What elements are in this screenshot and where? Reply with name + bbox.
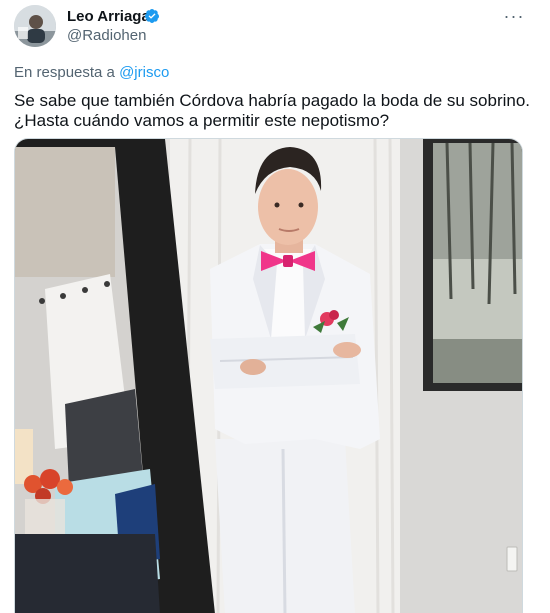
reply-prefix: En respuesta a: [14, 64, 115, 81]
tweet-photo[interactable]: [14, 138, 523, 613]
author-handle[interactable]: @Radiohen: [67, 26, 146, 46]
photo-image: [15, 139, 522, 613]
reply-mention-link[interactable]: @jrisco: [119, 64, 169, 81]
tweet-text: Se sabe que también Córdova habría pagad…: [14, 91, 531, 131]
tweet-text-line: ¿Hasta cuándo vamos a permitir este nepo…: [14, 111, 390, 130]
author-avatar[interactable]: [14, 5, 56, 47]
tweet-text-line: Se sabe que también Córdova habría pagad…: [14, 91, 531, 110]
tweet: Leo Arriaga @Radiohen ··· En respuesta a…: [0, 0, 550, 613]
avatar-photo-icon: [14, 5, 56, 47]
verified-badge-icon: [145, 9, 159, 23]
author-name[interactable]: Leo Arriaga: [67, 7, 150, 27]
reply-context: En respuesta a @jrisco: [14, 63, 169, 83]
more-options-icon[interactable]: ···: [500, 6, 528, 26]
